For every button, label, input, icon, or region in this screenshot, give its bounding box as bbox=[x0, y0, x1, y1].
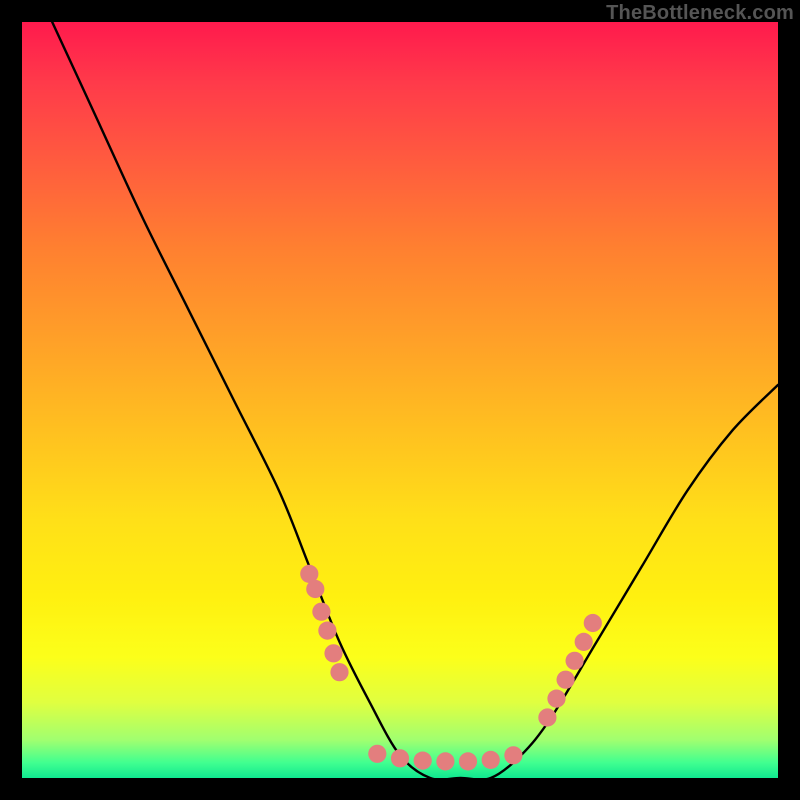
curve-marker bbox=[482, 751, 500, 769]
curve-marker bbox=[538, 708, 556, 726]
curve-marker bbox=[436, 752, 454, 770]
chart-svg bbox=[22, 22, 778, 778]
curve-marker bbox=[318, 622, 336, 640]
watermark-text: TheBottleneck.com bbox=[606, 2, 794, 25]
curve-marker bbox=[312, 603, 330, 621]
curve-marker bbox=[584, 614, 602, 632]
curve-marker bbox=[557, 671, 575, 689]
curve-marker bbox=[324, 644, 342, 662]
marker-group bbox=[300, 565, 602, 771]
curve-group bbox=[52, 22, 778, 780]
curve-marker bbox=[414, 752, 432, 770]
curve-marker bbox=[459, 752, 477, 770]
curve-marker bbox=[547, 690, 565, 708]
plot-area bbox=[22, 22, 778, 778]
curve-marker bbox=[566, 652, 584, 670]
curve-marker bbox=[306, 580, 324, 598]
curve-marker bbox=[330, 663, 348, 681]
chart-frame: TheBottleneck.com bbox=[0, 0, 800, 800]
curve-marker bbox=[504, 746, 522, 764]
bottleneck-curve bbox=[52, 22, 778, 780]
curve-marker bbox=[368, 745, 386, 763]
curve-marker bbox=[391, 749, 409, 767]
curve-marker bbox=[575, 633, 593, 651]
